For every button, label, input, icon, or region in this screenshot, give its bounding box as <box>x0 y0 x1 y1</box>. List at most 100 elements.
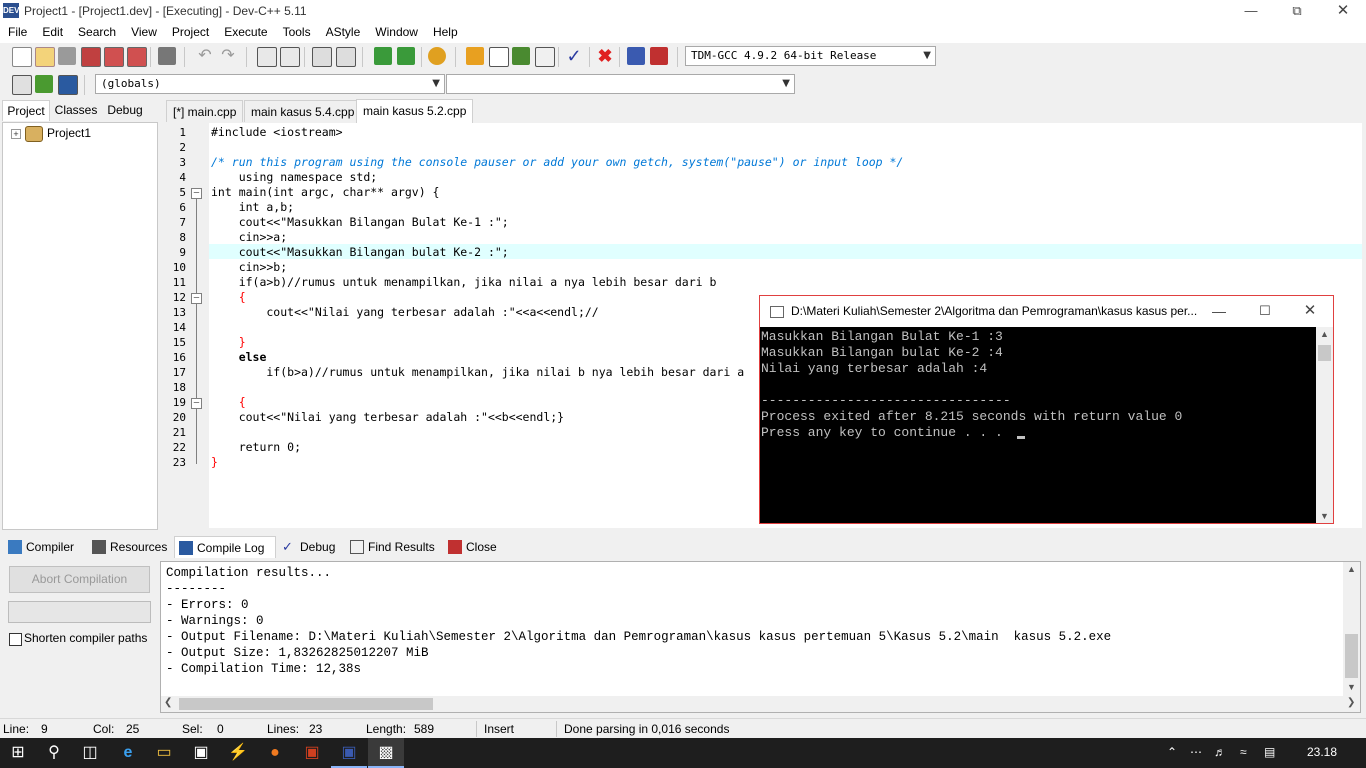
scroll-right-icon[interactable]: ❯ <box>1347 697 1355 708</box>
new-file-icon[interactable] <box>12 47 32 67</box>
tree-item-project1[interactable]: Project1 <box>47 126 91 140</box>
editor-tab-main[interactable]: [*] main.cpp <box>166 100 244 122</box>
devcpp-taskbar-icon[interactable]: ▣ <box>331 738 367 768</box>
menu-execute[interactable]: Execute <box>216 22 274 43</box>
menu-project[interactable]: Project <box>164 22 216 43</box>
file-explorer-icon[interactable]: ▭ <box>146 738 182 768</box>
print-icon[interactable] <box>158 47 176 65</box>
console-window[interactable]: D:\Materi Kuliah\Semester 2\Algoritma da… <box>759 295 1334 524</box>
abort-compilation-button[interactable]: Abort Compilation <box>9 566 150 593</box>
syntax-check-icon[interactable]: ✓ <box>565 47 583 65</box>
console-app-icon <box>770 306 784 318</box>
fold-collapse-icon[interactable]: – <box>191 188 202 199</box>
goto-bookmark-icon[interactable] <box>58 75 78 95</box>
add-to-project-icon[interactable] <box>374 47 392 65</box>
clock[interactable]: 23.18 <box>1307 745 1337 759</box>
task-view-icon[interactable]: ◫ <box>72 738 108 768</box>
open-icon[interactable] <box>35 47 55 67</box>
scroll-down-icon[interactable]: ▼ <box>1316 509 1333 523</box>
scroll-up-icon[interactable]: ▲ <box>1343 564 1360 574</box>
log-hscrollbar[interactable]: ❮ ❯ <box>161 696 1360 712</box>
run-icon[interactable] <box>489 47 509 67</box>
fold-collapse-icon[interactable]: – <box>191 398 202 409</box>
member-select[interactable]: ▼ <box>446 74 795 94</box>
network-icon[interactable]: ⋯ <box>1190 745 1202 759</box>
compile-run-icon[interactable] <box>512 47 530 65</box>
scroll-down-icon[interactable]: ▼ <box>1343 682 1360 692</box>
indent-icon[interactable] <box>336 47 356 67</box>
store-icon[interactable]: ▣ <box>183 738 219 768</box>
close-file-icon[interactable] <box>104 47 124 67</box>
log-vscrollbar[interactable]: ▲ ▼ <box>1343 562 1360 696</box>
tab-compile-log[interactable]: Compile Log <box>174 536 276 558</box>
tray-chevron-up-icon[interactable]: ⌃ <box>1167 745 1177 759</box>
stop-execution-icon[interactable]: ✖ <box>596 47 614 65</box>
close-all-icon[interactable] <box>127 47 147 67</box>
menu-tools[interactable]: Tools <box>275 22 318 43</box>
redo-icon[interactable]: ↷ <box>219 47 237 65</box>
console-minimize-button[interactable]: — <box>1196 300 1242 322</box>
menu-help[interactable]: Help <box>425 22 465 43</box>
code-line: cout<<"Masukkan Bilangan bulat Ke-2 :"; <box>211 245 509 259</box>
console-scrollbar[interactable]: ▲ ▼ <box>1316 327 1333 523</box>
close-button[interactable]: ✕ <box>1320 0 1366 22</box>
shorten-paths-checkbox[interactable] <box>9 633 22 646</box>
compile-progress-bar <box>8 601 151 623</box>
compile-log[interactable]: Compilation results... -------- - Errors… <box>160 561 1361 713</box>
profile-icon[interactable] <box>627 47 645 65</box>
replace-icon[interactable] <box>280 47 300 67</box>
tree-expander[interactable]: + <box>11 129 21 139</box>
menu-astyle[interactable]: AStyle <box>318 22 368 43</box>
goto-line-icon[interactable] <box>312 47 332 67</box>
scope-select[interactable]: (globals) ▼ <box>95 74 445 94</box>
log-vscroll-thumb[interactable] <box>1345 634 1358 678</box>
menu-window[interactable]: Window <box>367 22 425 43</box>
console-taskbar-icon[interactable]: ▩ <box>368 738 404 768</box>
menu-search[interactable]: Search <box>70 22 123 43</box>
tab-compile-log-label: Compile Log <box>197 541 265 555</box>
fold-collapse-icon[interactable]: – <box>191 293 202 304</box>
tab-project[interactable]: Project <box>2 100 50 121</box>
powerpoint-icon[interactable]: ▣ <box>294 738 330 768</box>
tab-close[interactable]: Close <box>444 536 526 558</box>
compile-icon[interactable] <box>466 47 484 65</box>
scroll-left-icon[interactable]: ❮ <box>164 697 172 708</box>
insert-icon[interactable] <box>12 75 32 95</box>
status-bar: Line: 9 Col: 25 Sel: 0 Lines: 23 Length:… <box>0 718 1366 739</box>
project-options-icon[interactable] <box>428 47 446 65</box>
tab-debug[interactable]: Debug <box>102 100 148 121</box>
volume-icon[interactable]: ♬ <box>1214 745 1226 759</box>
save-all-icon[interactable] <box>81 47 101 67</box>
editor-tab-kasus-5-4[interactable]: main kasus 5.4.cpp <box>244 100 362 122</box>
compiler-select[interactable]: TDM-GCC 4.9.2 64-bit Release ▼ <box>685 46 936 66</box>
log-hscroll-thumb[interactable] <box>179 698 433 710</box>
menu-file[interactable]: File <box>0 22 34 43</box>
editor-tab-kasus-5-2[interactable]: main kasus 5.2.cpp <box>356 99 474 123</box>
console-close-button[interactable]: ✕ <box>1287 300 1333 322</box>
toggle-bookmark-icon[interactable] <box>35 75 53 93</box>
log-line: - Output Size: 1,83262825012207 MiB <box>166 646 429 660</box>
find-icon[interactable] <box>257 47 277 67</box>
minimize-button[interactable]: — <box>1228 0 1274 22</box>
console-maximize-button[interactable]: ☐ <box>1242 300 1288 322</box>
remove-from-project-icon[interactable] <box>397 47 415 65</box>
firefox-icon[interactable]: ● <box>257 738 293 768</box>
app-icon[interactable]: ⚡ <box>220 738 256 768</box>
code-line: } <box>211 335 246 349</box>
save-icon[interactable] <box>58 47 76 65</box>
wifi-icon[interactable]: ≈ <box>1240 745 1247 759</box>
console-scroll-thumb[interactable] <box>1318 345 1331 361</box>
delete-profile-icon[interactable] <box>650 47 668 65</box>
tab-classes[interactable]: Classes <box>52 100 100 121</box>
notification-icon[interactable]: ▤ <box>1264 745 1275 759</box>
start-windows-icon[interactable]: ⊞ <box>0 738 36 768</box>
search-icon[interactable]: ⚲ <box>36 738 72 768</box>
undo-icon[interactable]: ↶ <box>196 47 214 65</box>
line-number: 4 <box>179 171 186 184</box>
menu-edit[interactable]: Edit <box>34 22 70 43</box>
rebuild-all-icon[interactable] <box>535 47 555 67</box>
scroll-up-icon[interactable]: ▲ <box>1316 327 1333 341</box>
restore-button[interactable]: ⧉ <box>1274 0 1320 22</box>
edge-browser-icon[interactable]: e <box>110 738 146 768</box>
menu-view[interactable]: View <box>123 22 164 43</box>
